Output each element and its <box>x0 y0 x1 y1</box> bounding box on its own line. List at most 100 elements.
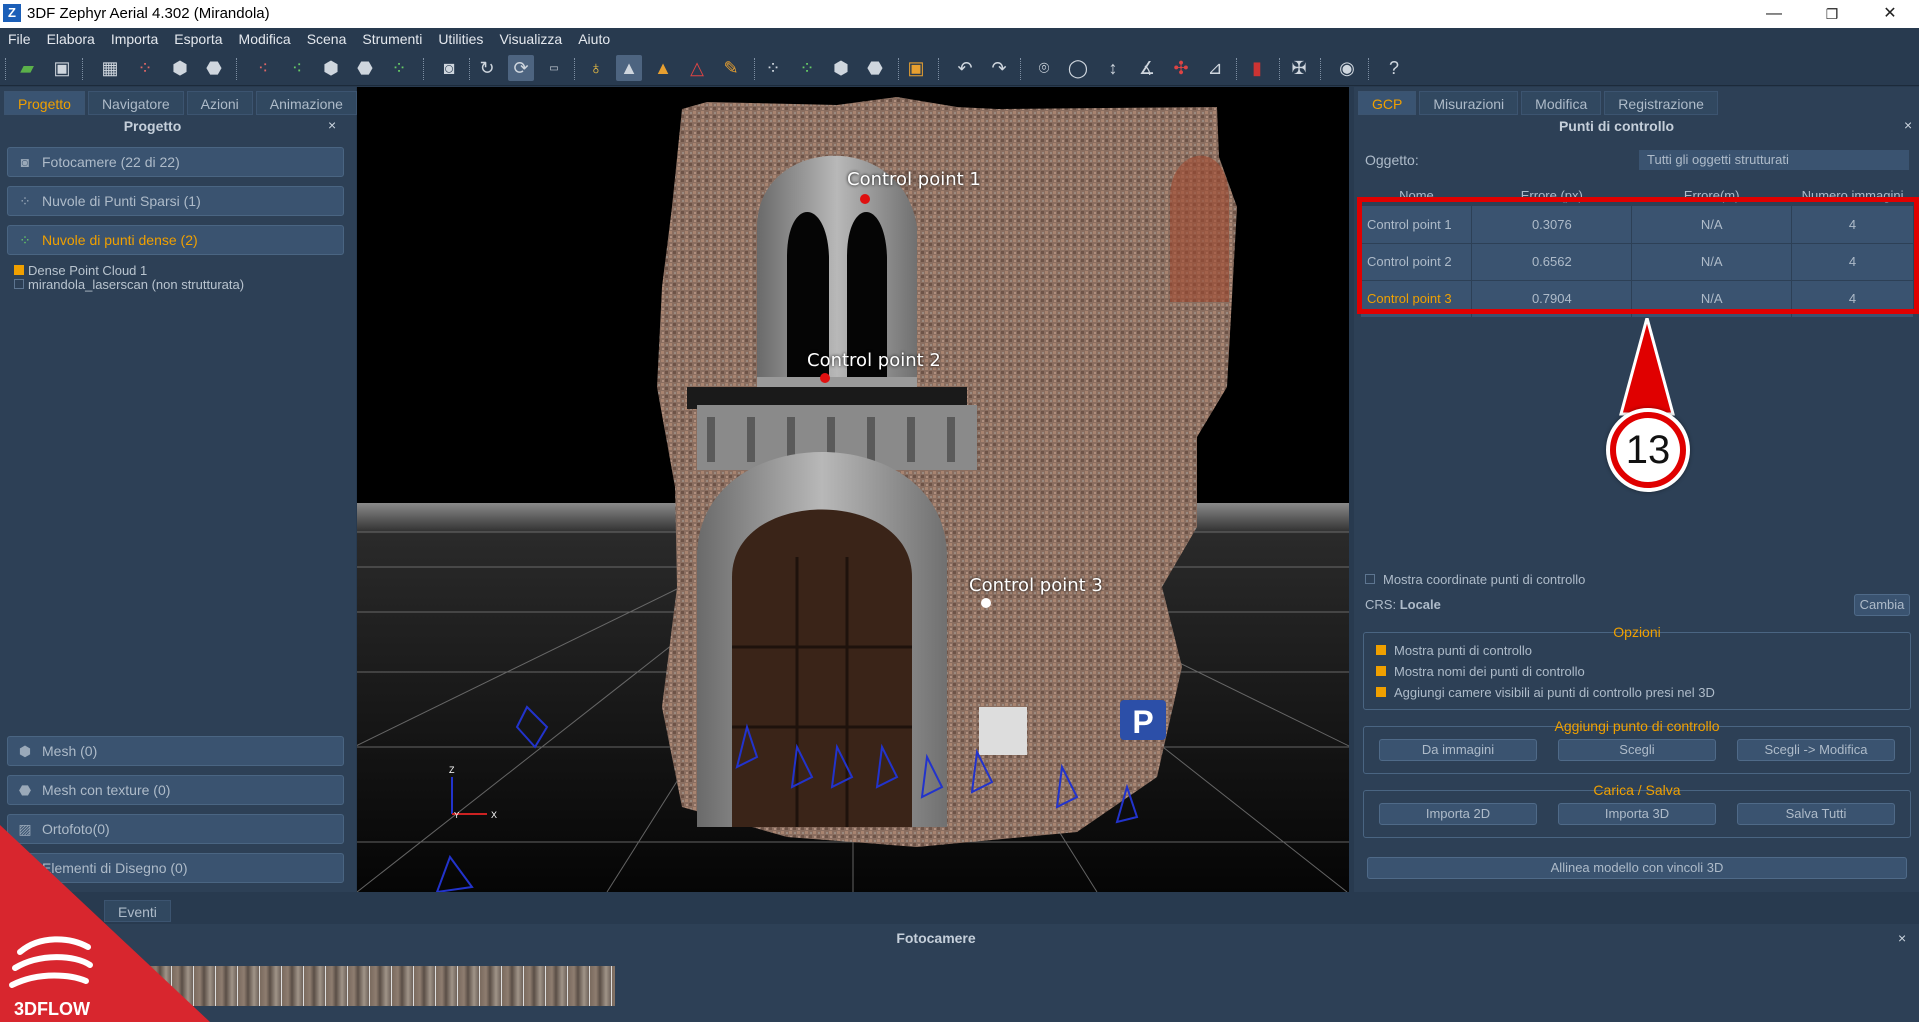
restore-button[interactable]: ❐ <box>1803 0 1861 28</box>
menu-esporta[interactable]: Esporta <box>166 28 230 47</box>
tree-item-laserscan[interactable]: mirandola_laserscan (non strutturata) <box>14 277 244 292</box>
visibility-checkbox[interactable] <box>14 279 24 289</box>
option-show-names[interactable]: Mostra nomi dei punti di controllo <box>1376 664 1585 679</box>
stereo-glasses-icon[interactable]: ◉ <box>1334 55 1360 81</box>
gizmo-icon[interactable]: ✣ <box>1168 55 1194 81</box>
menu-importa[interactable]: Importa <box>103 28 166 47</box>
menu-scena[interactable]: Scena <box>299 28 355 47</box>
render-color-icon[interactable]: ▲ <box>650 55 676 81</box>
menu-visualizza[interactable]: Visualizza <box>491 28 570 47</box>
light-bulb-icon[interactable]: ♁ <box>583 55 609 81</box>
ruler-icon[interactable]: ⊿ <box>1202 55 1228 81</box>
option-add-cameras[interactable]: Aggiungi camere visibili ai punti di con… <box>1376 685 1715 700</box>
bounding-box-icon[interactable]: ▣ <box>903 55 929 81</box>
3d-viewport[interactable]: P Z Y X Control point 1 Control point 2 … <box>357 87 1349 892</box>
solid-cube-icon[interactable]: ⬣ <box>201 55 227 81</box>
tab-progetto[interactable]: Progetto <box>4 91 85 115</box>
tab-registrazione[interactable]: Registrazione <box>1604 91 1718 115</box>
help-icon[interactable]: ? <box>1381 55 1407 81</box>
texture-view-icon[interactable]: ⬣ <box>862 55 888 81</box>
circle-select-icon[interactable]: ◯ <box>1065 55 1091 81</box>
options-title: Opzioni <box>1613 624 1661 640</box>
measure-vertical-icon[interactable]: ↕ <box>1100 55 1126 81</box>
points-green-icon[interactable]: ⁖ <box>284 55 310 81</box>
mesh-icon[interactable]: ⬢ <box>318 55 344 81</box>
menu-strumenti[interactable]: Strumenti <box>354 28 430 47</box>
menu-elabora[interactable]: Elabora <box>39 28 103 47</box>
mesh-cube-icon[interactable]: ⬢ <box>167 55 193 81</box>
save-all-button[interactable]: Salva Tutti <box>1737 803 1895 825</box>
align-model-button[interactable]: Allinea modello con vincoli 3D <box>1367 857 1907 879</box>
menu-aiuto[interactable]: Aiuto <box>570 28 618 47</box>
section-cameras[interactable]: ◙ Fotocamere (22 di 22) <box>7 147 344 177</box>
checkbox-checked[interactable] <box>1376 687 1386 697</box>
tab-misurazioni[interactable]: Misurazioni <box>1419 91 1519 115</box>
point-cloud-view-icon[interactable]: ⁘ <box>760 55 786 81</box>
section-sparse-label: Nuvole di Punti Sparsi (1) <box>42 193 201 209</box>
show-coords-checkbox[interactable] <box>1365 574 1375 584</box>
chart-icon[interactable]: ▮ <box>1244 55 1270 81</box>
menu-modifica[interactable]: Modifica <box>231 28 299 47</box>
pick-modify-button[interactable]: Scegli -> Modifica <box>1737 739 1895 761</box>
save-icon[interactable]: ▣ <box>49 55 75 81</box>
close-panel-icon[interactable]: × <box>1904 117 1912 133</box>
checkbox-checked[interactable] <box>1376 645 1386 655</box>
textured-mesh-icon[interactable]: ⬣ <box>352 55 378 81</box>
lasso-icon[interactable]: ⌾ <box>1031 55 1057 81</box>
points-red-icon[interactable]: ⁖ <box>250 55 276 81</box>
tab-azioni[interactable]: Azioni <box>186 91 253 115</box>
control-point-1-marker[interactable] <box>860 194 870 204</box>
toolbar-separator <box>1020 58 1021 80</box>
import-2d-button[interactable]: Importa 2D <box>1379 803 1537 825</box>
import-3d-button[interactable]: Importa 3D <box>1558 803 1716 825</box>
visibility-checkbox[interactable] <box>14 265 24 275</box>
thumbnail-strip <box>150 966 615 1006</box>
option-show-points[interactable]: Mostra punti di controllo <box>1376 643 1532 658</box>
cameras-strip: Fotocamere × <box>0 924 1919 1022</box>
wrench-icon[interactable]: ✠ <box>1286 55 1312 81</box>
menu-utilities[interactable]: Utilities <box>430 28 491 47</box>
checkbox-checked[interactable] <box>1376 666 1386 676</box>
close-panel-icon[interactable]: × <box>328 117 336 133</box>
section-sparse-clouds[interactable]: ⁘ Nuvole di Punti Sparsi (1) <box>7 186 344 216</box>
tab-gcp[interactable]: GCP <box>1358 91 1417 115</box>
toolbar-separator <box>469 58 470 80</box>
section-textured-mesh[interactable]: ⬣ Mesh con texture (0) <box>7 775 344 805</box>
render-normals-icon[interactable]: △ <box>684 55 710 81</box>
menu-file[interactable]: File <box>0 28 39 47</box>
minimize-button[interactable]: — <box>1745 0 1803 28</box>
tab-animazione[interactable]: Animazione <box>255 91 357 115</box>
select-all-icon[interactable]: ▦ <box>97 55 123 81</box>
brush-icon[interactable]: ✎ <box>718 55 744 81</box>
redo-icon[interactable]: ↷ <box>986 55 1012 81</box>
control-point-3-marker[interactable] <box>981 598 991 608</box>
rotate-icon[interactable]: ⟳ <box>508 55 534 81</box>
control-point-1-label: Control point 1 <box>847 169 981 190</box>
orbit-icon[interactable]: ↻ <box>474 55 500 81</box>
tab-navigatore[interactable]: Navigatore <box>87 91 184 115</box>
sparse-cloud-icon[interactable]: ⁘ <box>132 55 158 81</box>
angle-icon[interactable]: ∡ <box>1134 55 1160 81</box>
tab-modifica[interactable]: Modifica <box>1521 91 1602 115</box>
toolbar-separator <box>1320 58 1321 80</box>
dense-view-icon[interactable]: ⁘ <box>794 55 820 81</box>
camera-icon[interactable]: ◙ <box>436 55 462 81</box>
dense-cloud-icon[interactable]: ⁘ <box>386 55 412 81</box>
undo-icon[interactable]: ↶ <box>952 55 978 81</box>
close-strip-icon[interactable]: × <box>1898 930 1906 946</box>
scene-render: P Z Y X <box>357 87 1349 892</box>
render-points-icon[interactable]: ▲ <box>616 55 642 81</box>
image-icon[interactable]: ▭ <box>541 55 567 81</box>
pick-button[interactable]: Scegli <box>1558 739 1716 761</box>
tree-item-dense-1[interactable]: Dense Point Cloud 1 <box>14 263 147 278</box>
object-select[interactable]: Tutti gli oggetti strutturati <box>1639 150 1909 170</box>
section-mesh[interactable]: ⬢ Mesh (0) <box>7 736 344 766</box>
new-project-icon[interactable]: ▰ <box>14 55 40 81</box>
change-crs-button[interactable]: Cambia <box>1854 594 1910 616</box>
section-dense-clouds[interactable]: ⁘ Nuvole di punti dense (2) <box>7 225 344 255</box>
from-images-button[interactable]: Da immagini <box>1379 739 1537 761</box>
close-button[interactable]: ✕ <box>1861 0 1919 28</box>
control-point-2-marker[interactable] <box>820 373 830 383</box>
toolbar: ▰ ▣ ▦ ⁘ ⬢ ⬣ ⁖ ⁖ ⬢ ⬣ ⁘ ◙ ↻ ⟳ ▭ ♁ ▲ ▲ △ ✎ … <box>0 50 1919 86</box>
mesh-view-icon[interactable]: ⬢ <box>828 55 854 81</box>
